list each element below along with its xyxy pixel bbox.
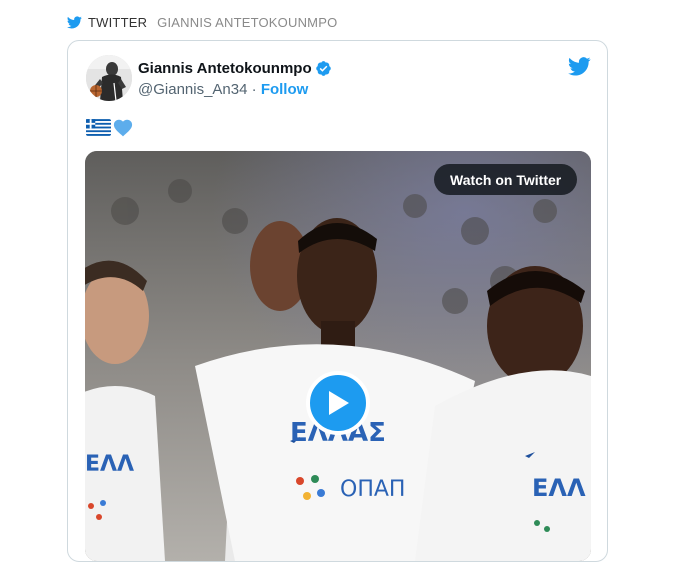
author-name[interactable]: Giannis Antetokounmpo xyxy=(138,60,312,77)
twitter-bird-icon xyxy=(67,15,82,28)
handle-row: @Giannis_An34 · Follow xyxy=(138,81,308,98)
avatar[interactable] xyxy=(86,55,132,101)
follow-link[interactable]: Follow xyxy=(261,81,309,98)
verified-badge-icon xyxy=(315,61,331,76)
jersey-sponsor: ΟΠΑΠ xyxy=(340,477,405,502)
play-button[interactable] xyxy=(306,371,370,435)
author-handle[interactable]: @Giannis_An34 xyxy=(138,81,247,98)
blue-heart-icon xyxy=(113,119,133,137)
jersey-lettering: ΕΛΛΑΣ ΕΛΛ ΕΛΛ ΟΠΑΠ xyxy=(85,418,586,502)
source-author: GIANNIS ANTETOKOUNMPO xyxy=(157,14,338,30)
tweet-text xyxy=(86,115,134,139)
twitter-logo-icon[interactable] xyxy=(568,57,591,76)
jersey-text-right: ΕΛΛ xyxy=(532,474,586,502)
jersey-text-left: ΕΛΛ xyxy=(85,452,134,477)
greek-flag-icon xyxy=(86,118,111,136)
author-name-row[interactable]: Giannis Antetokounmpo xyxy=(138,60,332,77)
embed-source-header: TWITTER GIANNIS ANTETOKOUNMPO xyxy=(67,12,337,32)
video-thumbnail[interactable]: ΕΛΛΑΣ ΕΛΛ ΕΛΛ ΟΠΑΠ Watch on Twitter xyxy=(85,151,591,561)
handle-separator: · xyxy=(251,81,257,98)
tweet-card[interactable]: Giannis Antetokounmpo @Giannis_An34 · Fo… xyxy=(67,40,608,562)
play-icon xyxy=(329,391,349,415)
avatar-image xyxy=(86,55,132,101)
source-label: TWITTER xyxy=(88,14,148,30)
watch-on-twitter-button[interactable]: Watch on Twitter xyxy=(434,164,578,195)
